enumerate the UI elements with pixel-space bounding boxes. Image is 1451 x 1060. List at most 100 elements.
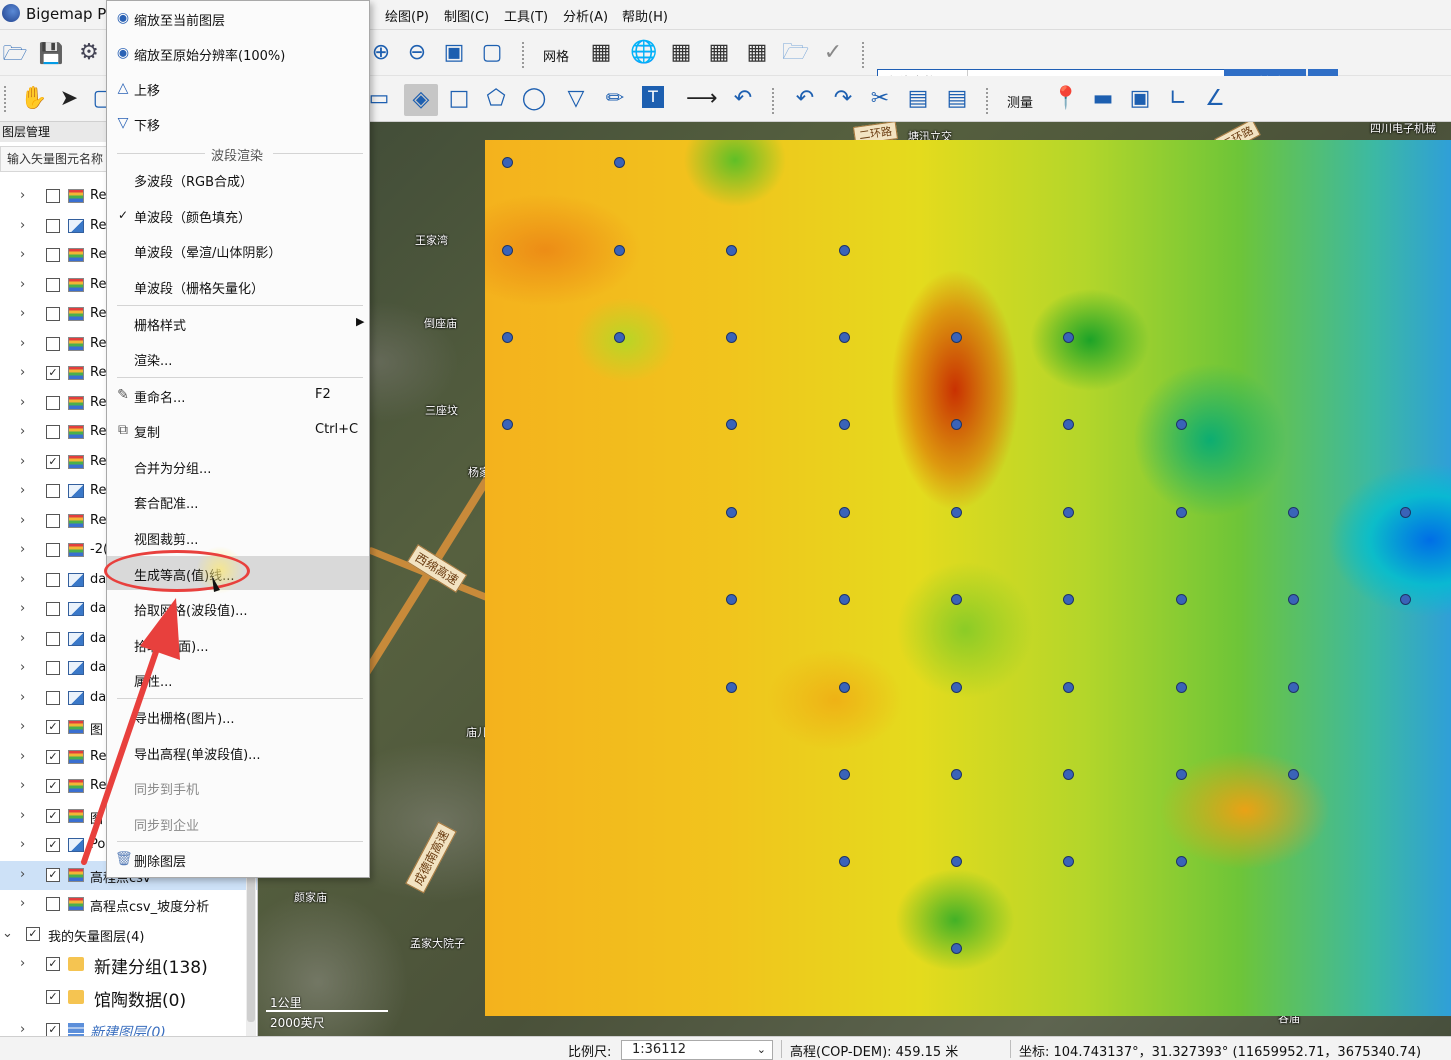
azimuth-icon[interactable]: ∠ — [1202, 86, 1228, 112]
document-icon[interactable]: ▤ — [905, 86, 931, 112]
layer-visibility-checkbox[interactable] — [46, 277, 60, 292]
triangle-icon[interactable]: ▽ — [563, 86, 589, 112]
elevation-sample-point[interactable] — [951, 856, 962, 867]
elevation-sample-point[interactable] — [502, 332, 513, 343]
pan-hand-icon[interactable]: ✋ — [20, 86, 47, 112]
elevation-sample-point[interactable] — [1288, 682, 1299, 693]
expand-chevron-icon[interactable]: › — [20, 218, 25, 233]
elevation-sample-point[interactable] — [1176, 682, 1187, 693]
layer-visibility-checkbox[interactable]: ✓ — [46, 957, 60, 971]
menu-merge-group[interactable]: 合并为分组... — [107, 449, 369, 483]
elevation-sample-point[interactable] — [614, 332, 625, 343]
menu-rename[interactable]: ✎ 重命名... F2 — [107, 378, 369, 412]
grid-label[interactable]: 网格 — [543, 46, 569, 65]
elevation-sample-point[interactable] — [1288, 769, 1299, 780]
elevation-sample-point[interactable] — [726, 507, 737, 518]
layer-row[interactable]: › ✓ 新建图层(0) — [0, 1016, 257, 1036]
fullscreen-icon[interactable]: ▢ — [479, 40, 505, 66]
group-visibility-checkbox[interactable]: ✓ — [26, 927, 40, 941]
expand-chevron-icon[interactable]: › — [20, 601, 25, 616]
elevation-sample-point[interactable] — [1063, 419, 1074, 430]
folder-link-icon[interactable]: 🗁 — [782, 40, 809, 66]
mgrs-grid-icon[interactable]: ▦ — [744, 40, 770, 66]
elevation-sample-point[interactable] — [502, 245, 513, 256]
elevation-sample-point[interactable] — [1176, 419, 1187, 430]
layer-visibility-checkbox[interactable] — [46, 248, 60, 262]
layer-visibility-checkbox[interactable] — [46, 690, 60, 705]
elevation-sample-point[interactable] — [951, 682, 962, 693]
expand-chevron-icon[interactable]: › — [20, 837, 25, 852]
layer-visibility-checkbox[interactable] — [46, 602, 60, 616]
layer-row[interactable]: ✓ 馆陶数据(0) — [0, 983, 257, 1012]
expand-chevron-icon[interactable]: › — [20, 247, 25, 262]
collapse-chevron-icon[interactable]: ⌄ — [2, 926, 13, 941]
elevation-sample-point[interactable] — [1063, 594, 1074, 605]
elevation-sample-point[interactable] — [726, 594, 737, 605]
elevation-sample-point[interactable] — [951, 943, 962, 954]
layer-visibility-checkbox[interactable]: ✓ — [46, 749, 60, 764]
expand-chevron-icon[interactable]: › — [20, 513, 25, 528]
menu-tools[interactable]: 工具(T) — [504, 6, 548, 25]
layer-visibility-checkbox[interactable] — [46, 631, 60, 646]
clear-brush-icon[interactable]: ✓ — [820, 40, 846, 66]
map-view[interactable]: 王家湾 倒座庙 三座坟 杨家 庙儿 颜家庙 孟家大院子 塘汛立交 四川电子机械 … — [258, 122, 1451, 1036]
elevation-sample-point[interactable] — [1176, 507, 1187, 518]
expand-chevron-icon[interactable]: › — [20, 956, 25, 971]
elevation-sample-point[interactable] — [1400, 594, 1411, 605]
elevation-sample-point[interactable] — [1063, 856, 1074, 867]
elevation-sample-point[interactable] — [726, 332, 737, 343]
scissors-icon[interactable]: ✂ — [867, 86, 893, 112]
menu-pick-grid[interactable]: 拾取网格(波段值)... — [107, 591, 369, 625]
layer-visibility-checkbox[interactable] — [46, 336, 60, 351]
polygon-draw-icon[interactable]: ◈ — [404, 84, 438, 116]
expand-chevron-icon[interactable]: › — [20, 424, 25, 439]
menu-zoom-native-resolution[interactable]: ◉ 缩放至原始分辨率(100%) — [107, 36, 369, 70]
elevation-sample-point[interactable] — [502, 419, 513, 430]
pentagon-icon[interactable]: ⬠ — [483, 86, 509, 112]
elevation-sample-point[interactable] — [951, 769, 962, 780]
elevation-sample-point[interactable] — [1288, 594, 1299, 605]
menu-singleband-hillshade[interactable]: 单波段（晕渲/山体阴影） — [107, 233, 369, 267]
settings-gear-icon[interactable]: ⚙ — [76, 40, 102, 66]
expand-chevron-icon[interactable]: › — [20, 749, 25, 764]
layer-visibility-checkbox[interactable] — [46, 661, 60, 675]
elevation-sample-point[interactable] — [951, 594, 962, 605]
utm-grid-icon[interactable]: ▦ — [668, 40, 694, 66]
menu-render[interactable]: 渲染... — [107, 341, 369, 375]
menu-zoom-to-layer[interactable]: ◉ 缩放至当前图层 — [107, 1, 369, 35]
elevation-sample-point[interactable] — [839, 856, 850, 867]
menu-multiband-rgb[interactable]: 多波段（RGB合成） — [107, 162, 369, 196]
elevation-sample-point[interactable] — [951, 419, 962, 430]
menu-move-up[interactable]: △ 上移 — [107, 71, 369, 105]
menu-export-elevation[interactable]: 导出高程(单波段值)... — [107, 735, 369, 769]
elevation-sample-point[interactable] — [839, 332, 850, 343]
menu-help[interactable]: 帮助(H) — [622, 6, 668, 25]
expand-chevron-icon[interactable]: › — [20, 365, 25, 380]
layer-visibility-checkbox[interactable] — [46, 189, 60, 203]
measure-label[interactable]: 测量 — [1007, 92, 1033, 111]
expand-chevron-icon[interactable]: › — [20, 483, 25, 498]
km-grid-icon[interactable]: ▦ — [706, 40, 732, 66]
elevation-sample-point[interactable] — [1176, 856, 1187, 867]
expand-chevron-icon[interactable]: › — [20, 631, 25, 646]
layer-visibility-checkbox[interactable] — [46, 513, 60, 528]
layer-visibility-checkbox[interactable] — [46, 218, 60, 233]
circle-icon[interactable]: ◯ — [521, 86, 547, 112]
menu-export-raster-image[interactable]: 导出栅格(图片)... — [107, 699, 369, 733]
menu-copy[interactable]: ⧉ 复制 Ctrl+C — [107, 413, 369, 447]
expand-chevron-icon[interactable]: › — [20, 867, 25, 882]
layer-visibility-checkbox[interactable] — [46, 484, 60, 498]
elevation-sample-point[interactable] — [839, 682, 850, 693]
location-pin-icon[interactable]: 📍 — [1052, 86, 1079, 112]
elevation-sample-point[interactable] — [839, 594, 850, 605]
elevation-sample-point[interactable] — [614, 245, 625, 256]
expand-chevron-icon[interactable]: › — [20, 778, 25, 793]
elevation-sample-point[interactable] — [951, 332, 962, 343]
expand-chevron-icon[interactable]: › — [20, 188, 25, 203]
elevation-sample-point[interactable] — [1400, 507, 1411, 518]
menu-view-clip[interactable]: 视图裁剪... — [107, 520, 369, 554]
elevation-sample-point[interactable] — [1288, 507, 1299, 518]
arrow-tool-icon[interactable]: ⟶ — [686, 86, 718, 112]
elevation-sample-point[interactable] — [502, 157, 513, 168]
layer-visibility-checkbox[interactable]: ✓ — [46, 779, 60, 793]
